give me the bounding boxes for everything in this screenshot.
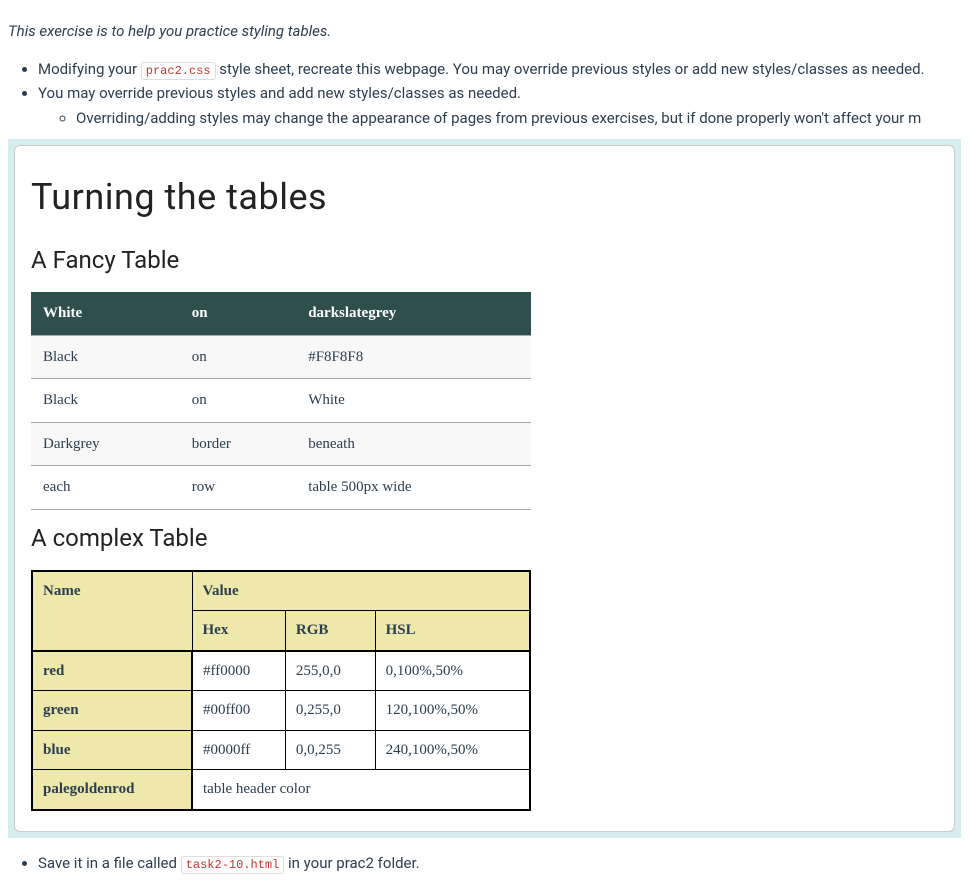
intro-text: This exercise is to help you practice st… — [0, 15, 969, 43]
table-row: Black on #F8F8F8 — [31, 335, 531, 379]
td: 120,100%,50% — [375, 691, 530, 731]
example-container: Turning the tables A Fancy Table White o… — [8, 139, 961, 838]
td: beneath — [296, 422, 531, 466]
td: #ff0000 — [192, 651, 285, 691]
table-row: Black on White — [31, 379, 531, 423]
complex-table: Name Value Hex RGB HSL red #ff0000 255,0… — [31, 570, 531, 811]
row-header: red — [32, 651, 192, 691]
th-hex: Hex — [192, 611, 285, 651]
td: 255,0,0 — [285, 651, 375, 691]
td: Black — [31, 335, 180, 379]
footer-item: Save it in a file called task2-10.html i… — [38, 852, 969, 875]
section-heading-complex: A complex Table — [31, 520, 938, 556]
td: table header color — [192, 770, 530, 810]
td: 0,255,0 — [285, 691, 375, 731]
code-tag-prac2: prac2.css — [141, 62, 216, 80]
th: White — [31, 292, 180, 335]
td: Black — [31, 379, 180, 423]
instruction-item-1: Modifying your prac2.css style sheet, re… — [38, 58, 969, 81]
td: #00ff00 — [192, 691, 285, 731]
text: style sheet, recreate this webpage. You … — [216, 60, 925, 78]
th-rgb: RGB — [285, 611, 375, 651]
td: #0000ff — [192, 730, 285, 770]
td: Darkgrey — [31, 422, 180, 466]
row-header: blue — [32, 730, 192, 770]
td: border — [180, 422, 296, 466]
instruction-list: Modifying your prac2.css style sheet, re… — [0, 58, 969, 130]
td: table 500px wide — [296, 466, 531, 510]
footer-list: Save it in a file called task2-10.html i… — [0, 852, 969, 875]
th-hsl: HSL — [375, 611, 530, 651]
row-header: green — [32, 691, 192, 731]
table-header-row: White on darkslategrey — [31, 292, 531, 335]
table-row: each row table 500px wide — [31, 466, 531, 510]
td: on — [180, 335, 296, 379]
text: Modifying your — [38, 60, 141, 78]
row-header: palegoldenrod — [32, 770, 192, 810]
code-tag-task210: task2-10.html — [181, 856, 285, 874]
instruction-item-2: You may override previous styles and add… — [38, 82, 969, 129]
td: 0,0,255 — [285, 730, 375, 770]
instruction-sublist: Overriding/adding styles may change the … — [38, 107, 969, 130]
table-row: green #00ff00 0,255,0 120,100%,50% — [32, 691, 530, 731]
text: in your prac2 folder. — [284, 854, 419, 872]
table-row: blue #0000ff 0,0,255 240,100%,50% — [32, 730, 530, 770]
fancy-table: White on darkslategrey Black on #F8F8F8 … — [31, 292, 531, 510]
instruction-subitem: Overriding/adding styles may change the … — [76, 107, 969, 130]
th-name: Name — [32, 571, 192, 651]
th: darkslategrey — [296, 292, 531, 335]
table-row: red #ff0000 255,0,0 0,100%,50% — [32, 651, 530, 691]
table-header-row: Name Value — [32, 571, 530, 611]
text: You may override previous styles and add… — [38, 84, 521, 102]
section-heading-fancy: A Fancy Table — [31, 242, 938, 278]
page-title: Turning the tables — [31, 170, 938, 224]
table-row: palegoldenrod table header color — [32, 770, 530, 810]
td: #F8F8F8 — [296, 335, 531, 379]
table-row: Darkgrey border beneath — [31, 422, 531, 466]
td: row — [180, 466, 296, 510]
text: Save it in a file called — [38, 854, 181, 872]
example-card: Turning the tables A Fancy Table White o… — [14, 145, 955, 832]
th: on — [180, 292, 296, 335]
td: each — [31, 466, 180, 510]
th-value: Value — [192, 571, 530, 611]
td: 0,100%,50% — [375, 651, 530, 691]
td: on — [180, 379, 296, 423]
td: White — [296, 379, 531, 423]
td: 240,100%,50% — [375, 730, 530, 770]
